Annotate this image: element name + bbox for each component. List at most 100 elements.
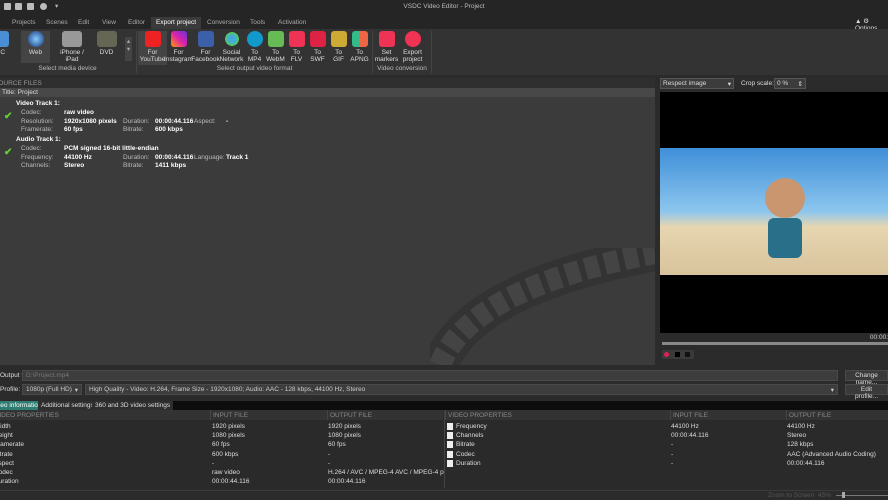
profile-select[interactable]: 1080p (Full HD) ▾ [22, 384, 82, 395]
input-value: 1920 pixels [212, 423, 245, 430]
value: - [226, 118, 229, 125]
output-value: - [328, 460, 330, 467]
zoom-to-screen-label[interactable]: Zoom to Screen [768, 492, 814, 499]
device-pc[interactable]: PC [0, 31, 15, 56]
cell-text: 600 kbps [212, 450, 239, 458]
output-value: H.264 / AVC / MPEG-4 AVC / MPEG-4 p... [328, 469, 449, 476]
input-value: - [671, 441, 673, 448]
cell-text: Duration [0, 478, 19, 486]
property-name: Bitrate [0, 451, 13, 458]
cell-text: 00:00:44.116 [212, 478, 250, 486]
source-files-header: SOURCE FILES [0, 78, 655, 88]
audio-track-heading: Audio Track 1: [16, 136, 61, 143]
device-dvd[interactable]: DVD [92, 31, 121, 56]
tab-editor[interactable]: Editor [123, 17, 150, 29]
column-header[interactable]: OUTPUT FILE [786, 410, 888, 420]
playback-time: 00:00: [869, 334, 888, 341]
tab-projects[interactable]: Projects [7, 17, 40, 29]
tab-edit[interactable]: Edit [73, 17, 94, 29]
value: PCM signed 16-bit little-endian [64, 145, 159, 152]
value: raw video [64, 109, 94, 116]
property-name: Channels [447, 432, 483, 439]
value: 1920x1080 pixels [64, 118, 117, 125]
change-name-button[interactable]: Change name... [845, 370, 888, 386]
value: 600 kbps [155, 126, 183, 133]
device-scroll-buttons[interactable]: ▴ ▾ [125, 37, 132, 61]
cell-text: - [671, 441, 674, 449]
preview-panel: Respect image ▾ Crop scale: 0 % ⇕ 00:00: [658, 78, 888, 362]
label: Channels: [21, 162, 51, 169]
for-instagram-button[interactable]: For Instagram [164, 31, 193, 63]
to-apng-button[interactable]: To APNG [345, 31, 374, 63]
label: Codec: [21, 109, 42, 116]
ribbon: PC Web iPhone / iPad DVD ▴▾ Select media… [0, 29, 888, 75]
property-name: Duration [0, 478, 19, 485]
device-web[interactable]: Web [21, 31, 50, 63]
cell-text: Bitrate [456, 441, 475, 449]
cell-text: Framerate [0, 441, 24, 449]
document-icon [447, 441, 453, 449]
tab-scenes[interactable]: Scenes [41, 17, 73, 29]
value: 44100 Hz [64, 154, 92, 161]
device-iphone-ipad[interactable]: iPhone / iPad [55, 31, 89, 63]
video-preview [660, 92, 888, 333]
crop-scale-input[interactable]: 0 % ⇕ [774, 78, 806, 89]
column-header[interactable]: VIDEO PROPERTIES [445, 410, 670, 420]
record-icon[interactable] [664, 352, 669, 357]
tab-activation[interactable]: Activation [273, 17, 311, 29]
for-facebook-button[interactable]: For Facebook [191, 31, 220, 63]
video-track-heading: Video Track 1: [16, 100, 60, 107]
tab-additional-settings[interactable]: Additional settings [38, 401, 97, 410]
value: 00:00:44.116 [155, 118, 194, 125]
resize-mode-select[interactable]: Respect image ▾ [660, 78, 734, 89]
cell-text: 00:00:44.116 [328, 478, 366, 486]
menu-tabs: Projects Scenes Edit View Editor Export … [0, 14, 888, 32]
cell-text: raw video [212, 469, 240, 476]
stop-icon[interactable] [675, 352, 680, 357]
zoom-value: 45% [818, 492, 832, 499]
tab-conversion[interactable]: Conversion [202, 17, 245, 29]
column-header[interactable]: VIDEO PROPERTIES [0, 410, 210, 420]
cell-text: 00:00:44.116 [671, 432, 709, 440]
seek-bar[interactable] [662, 342, 888, 345]
cell-text: 60 fps [328, 441, 346, 449]
cell-text: - [328, 459, 331, 467]
property-name: Aspect [0, 460, 14, 467]
for-youtube-button[interactable]: For YouTube [138, 31, 167, 65]
tab-360-3d-settings[interactable]: 360 and 3D video settings [92, 401, 174, 410]
property-name: Bitrate [447, 441, 475, 449]
export-project-button[interactable]: Export project [398, 31, 427, 63]
column-header[interactable]: OUTPUT FILE [327, 410, 443, 420]
property-name: Codec [0, 469, 13, 476]
column-header[interactable]: INPUT FILE [210, 410, 327, 420]
tab-export-project[interactable]: Export project [151, 17, 202, 29]
cell-text: 1920 pixels [212, 423, 245, 430]
tab-tools[interactable]: Tools [245, 17, 270, 29]
cell-text: 44100 Hz [671, 423, 699, 430]
document-icon [447, 450, 453, 458]
output-value: 60 fps [328, 441, 346, 448]
document-icon [447, 432, 453, 440]
input-value: 1080 pixels [212, 432, 245, 439]
audio-check-icon: ✔ [4, 147, 13, 158]
cell-text: Codec [456, 450, 475, 458]
video-check-icon: ✔ [4, 111, 13, 122]
profile-description-select[interactable]: High Quality - Video: H.264, Frame Size … [85, 384, 838, 395]
edit-profile-button[interactable]: Edit profile... [845, 384, 888, 400]
column-header[interactable]: INPUT FILE [670, 410, 786, 420]
pause-icon[interactable] [685, 352, 690, 357]
value: Stereo [64, 162, 85, 169]
input-value: raw video [212, 469, 240, 476]
output-value: AAC (Advanced Audio Coding) [787, 451, 876, 458]
cell-text: 60 fps [212, 441, 230, 449]
property-name: Frequency [447, 423, 487, 430]
zoom-slider-handle[interactable] [842, 492, 845, 498]
set-markers-button[interactable]: Set markers [372, 31, 401, 63]
tab-view[interactable]: View [97, 17, 121, 29]
cell-text: - [212, 459, 215, 467]
input-value: 60 fps [212, 441, 230, 448]
cell-text: Bitrate [0, 450, 13, 458]
audio-properties-table: VIDEO PROPERTIES INPUT FILE OUTPUT FILE … [444, 410, 888, 488]
output-file-input[interactable]: D:\Project.mp4 [22, 370, 838, 381]
child-shirt [768, 218, 802, 258]
